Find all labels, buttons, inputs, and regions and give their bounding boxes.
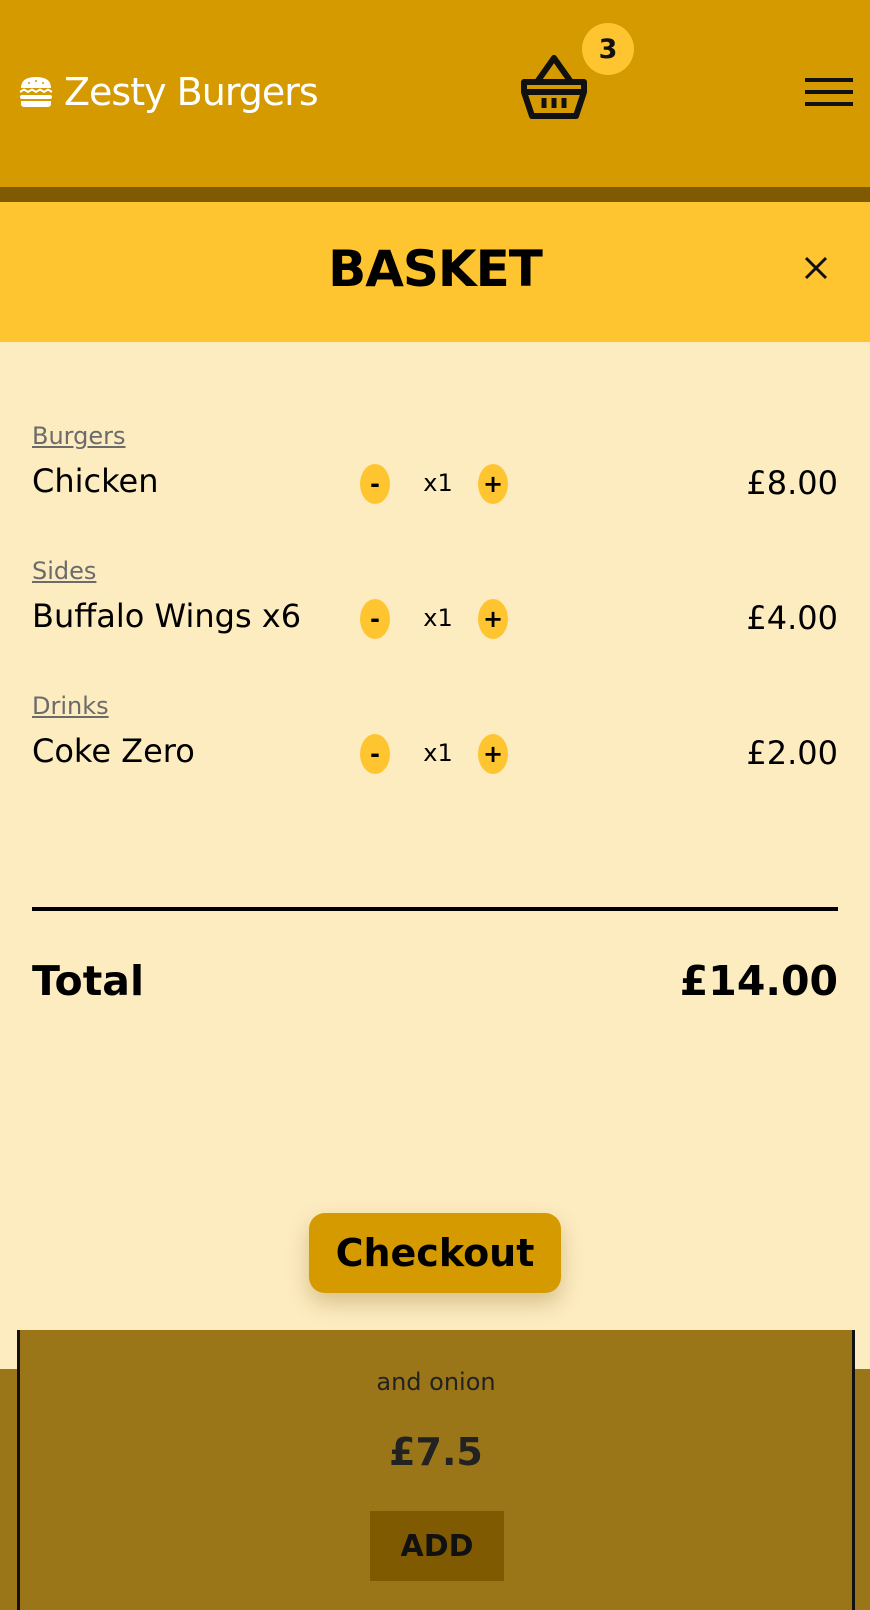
total-value: £14.00	[679, 957, 838, 1005]
close-basket-button[interactable]	[802, 254, 830, 282]
category-link-sides[interactable]: Sides	[32, 557, 96, 585]
hamburger-menu-icon-bar	[805, 90, 853, 94]
product-card: and onion £7.5 ADD	[17, 1330, 855, 1610]
basket-header: BASKET	[0, 202, 870, 342]
item-name: Buffalo Wings x6	[32, 597, 302, 635]
basket-item: Sides Buffalo Wings x6 - x1 + £4.00	[32, 557, 838, 657]
item-price: £2.00	[746, 734, 838, 772]
basket-button[interactable]	[521, 52, 587, 120]
item-name: Coke Zero	[32, 732, 195, 770]
category-link-burgers[interactable]: Burgers	[32, 422, 126, 450]
decrease-quantity-button[interactable]: -	[360, 734, 390, 774]
total-divider	[32, 907, 838, 911]
basket-item: Burgers Chicken - x1 + £8.00	[32, 422, 838, 522]
total-label: Total	[32, 957, 145, 1005]
site-header: Zesty Burgers 3	[0, 0, 870, 187]
item-quantity: x1	[423, 604, 453, 632]
product-price: £7.5	[389, 1430, 483, 1474]
hamburger-menu-icon-bar	[805, 102, 853, 106]
brand-logo[interactable]: Zesty Burgers	[18, 70, 319, 114]
increase-quantity-button[interactable]: +	[478, 464, 508, 504]
decrease-quantity-button[interactable]: -	[360, 464, 390, 504]
close-icon	[804, 256, 828, 280]
decrease-quantity-button[interactable]: -	[360, 599, 390, 639]
hamburger-menu-icon	[805, 78, 853, 82]
increase-quantity-button[interactable]: +	[478, 599, 508, 639]
basket-item: Drinks Coke Zero - x1 + £2.00	[32, 692, 838, 792]
burger-icon	[19, 77, 53, 107]
add-to-basket-button[interactable]: ADD	[370, 1511, 504, 1581]
brand-name: Zesty Burgers	[64, 70, 319, 114]
cart-count-badge: 3	[582, 23, 634, 75]
checkout-button[interactable]: Checkout	[309, 1213, 561, 1293]
item-name: Chicken	[32, 462, 159, 500]
item-quantity: x1	[423, 739, 453, 767]
basket-title: BASKET	[328, 240, 543, 298]
product-description: and onion	[376, 1368, 496, 1396]
increase-quantity-button[interactable]: +	[478, 734, 508, 774]
basket-panel: Burgers Chicken - x1 + £8.00 Sides Buffa…	[0, 342, 870, 1369]
item-price: £4.00	[746, 599, 838, 637]
basket-icon	[521, 55, 587, 119]
item-quantity: x1	[423, 469, 453, 497]
menu-button[interactable]	[805, 78, 853, 108]
category-link-drinks[interactable]: Drinks	[32, 692, 109, 720]
item-price: £8.00	[746, 464, 838, 502]
header-divider	[0, 187, 870, 202]
